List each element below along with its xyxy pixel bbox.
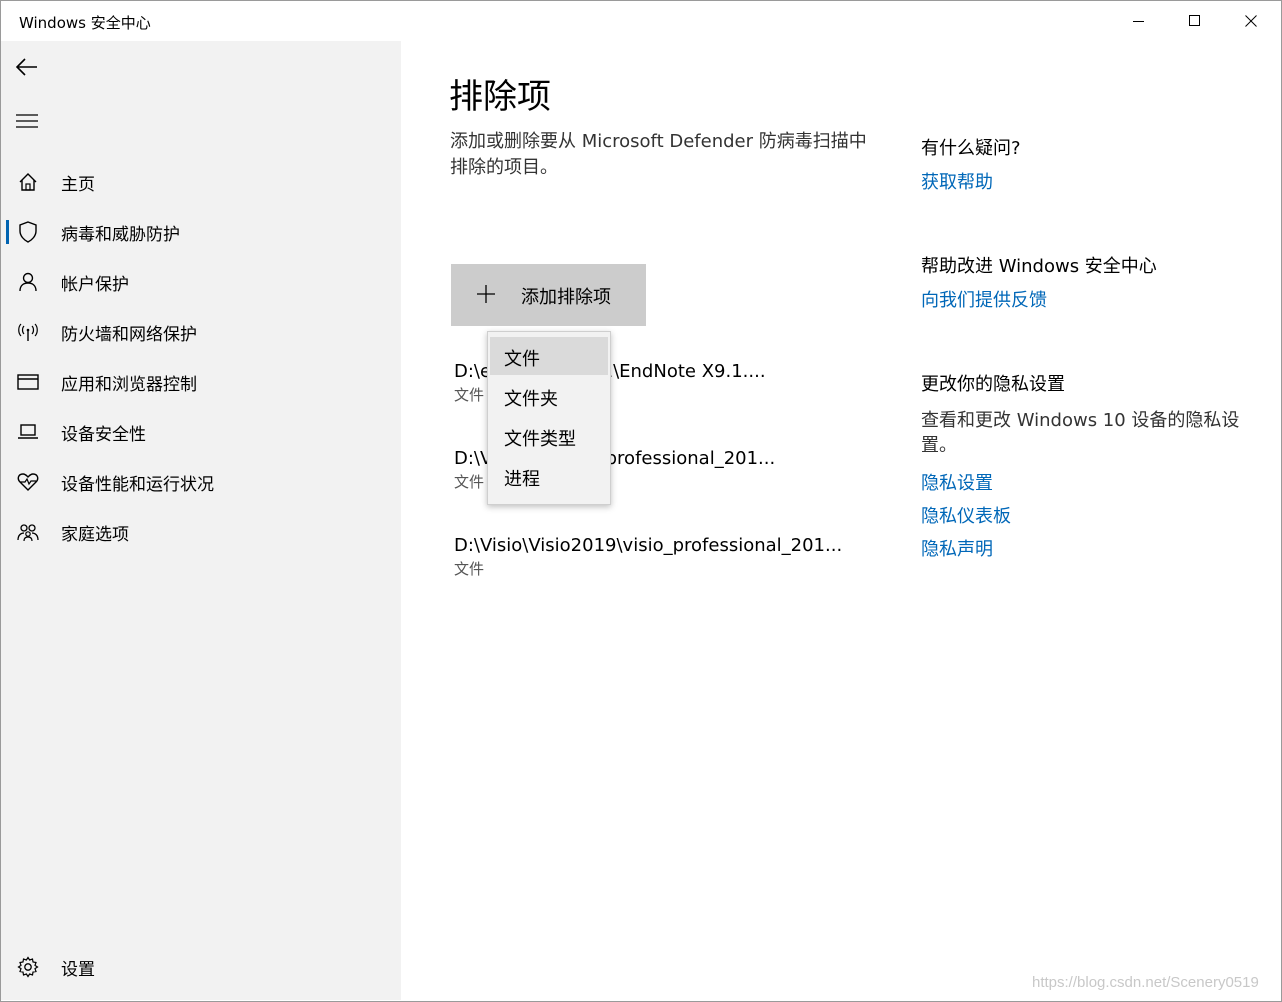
dropdown-item-process[interactable]: 进程 — [490, 457, 608, 495]
gear-icon — [17, 956, 39, 978]
home-icon — [17, 171, 39, 193]
sidebar-item-device-security[interactable]: 设备安全性 — [1, 409, 401, 455]
sidebar-item-account-protection[interactable]: 帐户保护 — [1, 259, 401, 305]
add-exclusion-button[interactable]: 添加排除项 — [451, 264, 646, 326]
minimize-button[interactable] — [1111, 1, 1167, 41]
exclusion-type: 文件 — [454, 560, 485, 578]
privacy-heading: 更改你的隐私设置 — [921, 374, 1065, 395]
close-icon — [1245, 15, 1257, 27]
main-content: 排除项 添加或删除要从 Microsoft Defender 防病毒扫描中排除的… — [401, 41, 1281, 1000]
back-arrow-icon — [16, 58, 37, 76]
person-icon — [17, 271, 39, 293]
dropdown-item-label: 文件夹 — [504, 389, 558, 410]
sidebar-item-device-performance[interactable]: 设备性能和运行状况 — [1, 459, 401, 505]
privacy-settings-link[interactable]: 隐私设置 — [921, 469, 993, 495]
hamburger-icon — [16, 114, 38, 128]
back-button[interactable] — [13, 53, 41, 81]
sidebar-item-label: 病毒和威胁防护 — [61, 224, 180, 245]
sidebar-item-label: 设置 — [61, 959, 95, 980]
dropdown-item-label: 文件 — [504, 349, 540, 370]
sidebar-item-label: 设备性能和运行状况 — [61, 474, 214, 495]
laptop-icon — [17, 421, 39, 443]
app-title: Windows 安全中心 — [19, 14, 151, 32]
watermark: https://blog.csdn.net/Scenery0519 — [1032, 974, 1259, 991]
family-icon — [17, 521, 39, 543]
page-description: 添加或删除要从 Microsoft Defender 防病毒扫描中排除的项目。 — [450, 131, 867, 178]
sidebar: 主页 病毒和威胁防护 帐户保护 防火墙和网络保护 应用和浏览器控制 设备安全性 — [1, 41, 401, 1000]
heart-pulse-icon — [17, 471, 39, 493]
feedback-link[interactable]: 向我们提供反馈 — [921, 286, 1047, 312]
sidebar-item-settings[interactable]: 设置 — [1, 944, 401, 990]
sidebar-item-label: 应用和浏览器控制 — [61, 374, 197, 395]
get-help-link[interactable]: 获取帮助 — [921, 168, 993, 194]
dropdown-item-file[interactable]: 文件 — [490, 337, 608, 375]
page-title: 排除项 — [449, 77, 551, 117]
shield-icon — [17, 221, 39, 243]
browser-window-icon — [17, 371, 39, 393]
exclusion-path: D:\Visio\Visio2019\visio_professional_20… — [454, 535, 843, 556]
plus-icon — [477, 285, 495, 303]
maximize-button[interactable] — [1167, 1, 1223, 41]
dropdown-item-folder[interactable]: 文件夹 — [490, 377, 608, 415]
close-button[interactable] — [1223, 1, 1279, 41]
sidebar-item-virus-protection[interactable]: 病毒和威胁防护 — [1, 209, 401, 255]
add-exclusion-label: 添加排除项 — [521, 287, 611, 308]
minimize-icon — [1133, 21, 1144, 22]
exclusion-item[interactable]: D:\Visio\Visio2019\visio_professional_20… — [454, 535, 854, 579]
dropdown-item-label: 文件类型 — [504, 429, 576, 450]
improve-heading: 帮助改进 Windows 安全中心 — [921, 256, 1157, 277]
sidebar-item-label: 家庭选项 — [61, 524, 129, 545]
privacy-statement-link[interactable]: 隐私声明 — [921, 535, 993, 561]
maximize-icon — [1189, 15, 1200, 26]
sidebar-item-family-options[interactable]: 家庭选项 — [1, 509, 401, 555]
title-bar: Windows 安全中心 — [1, 1, 1281, 41]
sidebar-item-home[interactable]: 主页 — [1, 159, 401, 205]
sidebar-item-label: 防火墙和网络保护 — [61, 324, 197, 345]
sidebar-item-label: 帐户保护 — [61, 274, 129, 295]
sidebar-item-label: 主页 — [61, 174, 95, 195]
sidebar-item-label: 设备安全性 — [61, 424, 146, 445]
sidebar-item-app-browser-control[interactable]: 应用和浏览器控制 — [1, 359, 401, 405]
wireless-antenna-icon — [17, 321, 39, 343]
privacy-dashboard-link[interactable]: 隐私仪表板 — [921, 502, 1011, 528]
privacy-description: 查看和更改 Windows 10 设备的隐私设置。 — [921, 410, 1240, 456]
dropdown-item-file-type[interactable]: 文件类型 — [490, 417, 608, 455]
exclusion-type-dropdown: 文件 文件夹 文件类型 进程 — [487, 331, 611, 505]
hamburger-menu-button[interactable] — [13, 107, 41, 135]
dropdown-item-label: 进程 — [504, 469, 540, 490]
sidebar-item-firewall[interactable]: 防火墙和网络保护 — [1, 309, 401, 355]
help-heading: 有什么疑问? — [921, 138, 1021, 159]
active-indicator — [6, 220, 9, 244]
